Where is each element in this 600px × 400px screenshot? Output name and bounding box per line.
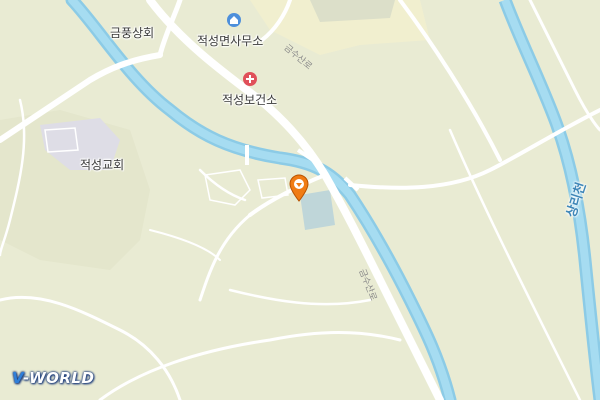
vworld-logo: V-WORLD	[12, 369, 94, 387]
place-label-office: 적성면사무소	[197, 34, 264, 48]
medical-cross-icon[interactable]	[243, 72, 257, 86]
map-canvas[interactable]: 금풍상회 적성면사무소 적성보건소 적성교회 금수산로 금수산로 상리천 V-W…	[0, 0, 600, 400]
logo-suffix: -WORLD	[23, 369, 95, 387]
logo-prefix: V	[12, 369, 24, 387]
place-label-health: 적성보건소	[222, 93, 278, 107]
place-label-geumpung: 금풍상회	[110, 26, 155, 40]
location-pin-icon[interactable]	[288, 174, 310, 202]
government-building-icon[interactable]	[227, 13, 241, 27]
place-label-church: 적성교회	[80, 158, 125, 172]
